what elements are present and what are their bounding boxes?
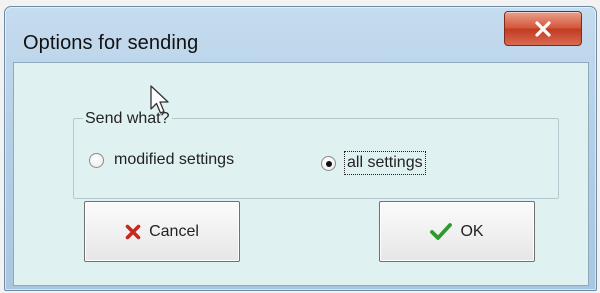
- cancel-label: Cancel: [149, 222, 199, 240]
- close-button[interactable]: [504, 11, 582, 46]
- radio-label: all settings: [344, 151, 426, 175]
- radio-label: modified settings: [114, 151, 235, 168]
- radio-modified-settings[interactable]: modified settings: [89, 151, 234, 169]
- red-x-icon: [125, 224, 141, 240]
- radio-circle-selected: [321, 155, 336, 171]
- close-icon: [535, 20, 551, 37]
- window-title: Options for sending: [23, 32, 199, 54]
- mouse-pointer-icon: [150, 85, 169, 114]
- cancel-button[interactable]: Cancel: [84, 201, 240, 262]
- ok-label: OK: [460, 222, 484, 240]
- radio-circle: [89, 152, 104, 168]
- ok-button[interactable]: OK: [379, 201, 535, 262]
- green-check-icon: [430, 222, 453, 241]
- radio-all-settings[interactable]: all settings: [321, 151, 426, 175]
- dialog-body: Send what? modified settings all setting…: [13, 62, 589, 286]
- dialog-window: Options for sending Send what? modified …: [4, 6, 597, 291]
- send-what-group: Send what? modified settings all setting…: [73, 109, 559, 199]
- radio-dot: [326, 160, 332, 167]
